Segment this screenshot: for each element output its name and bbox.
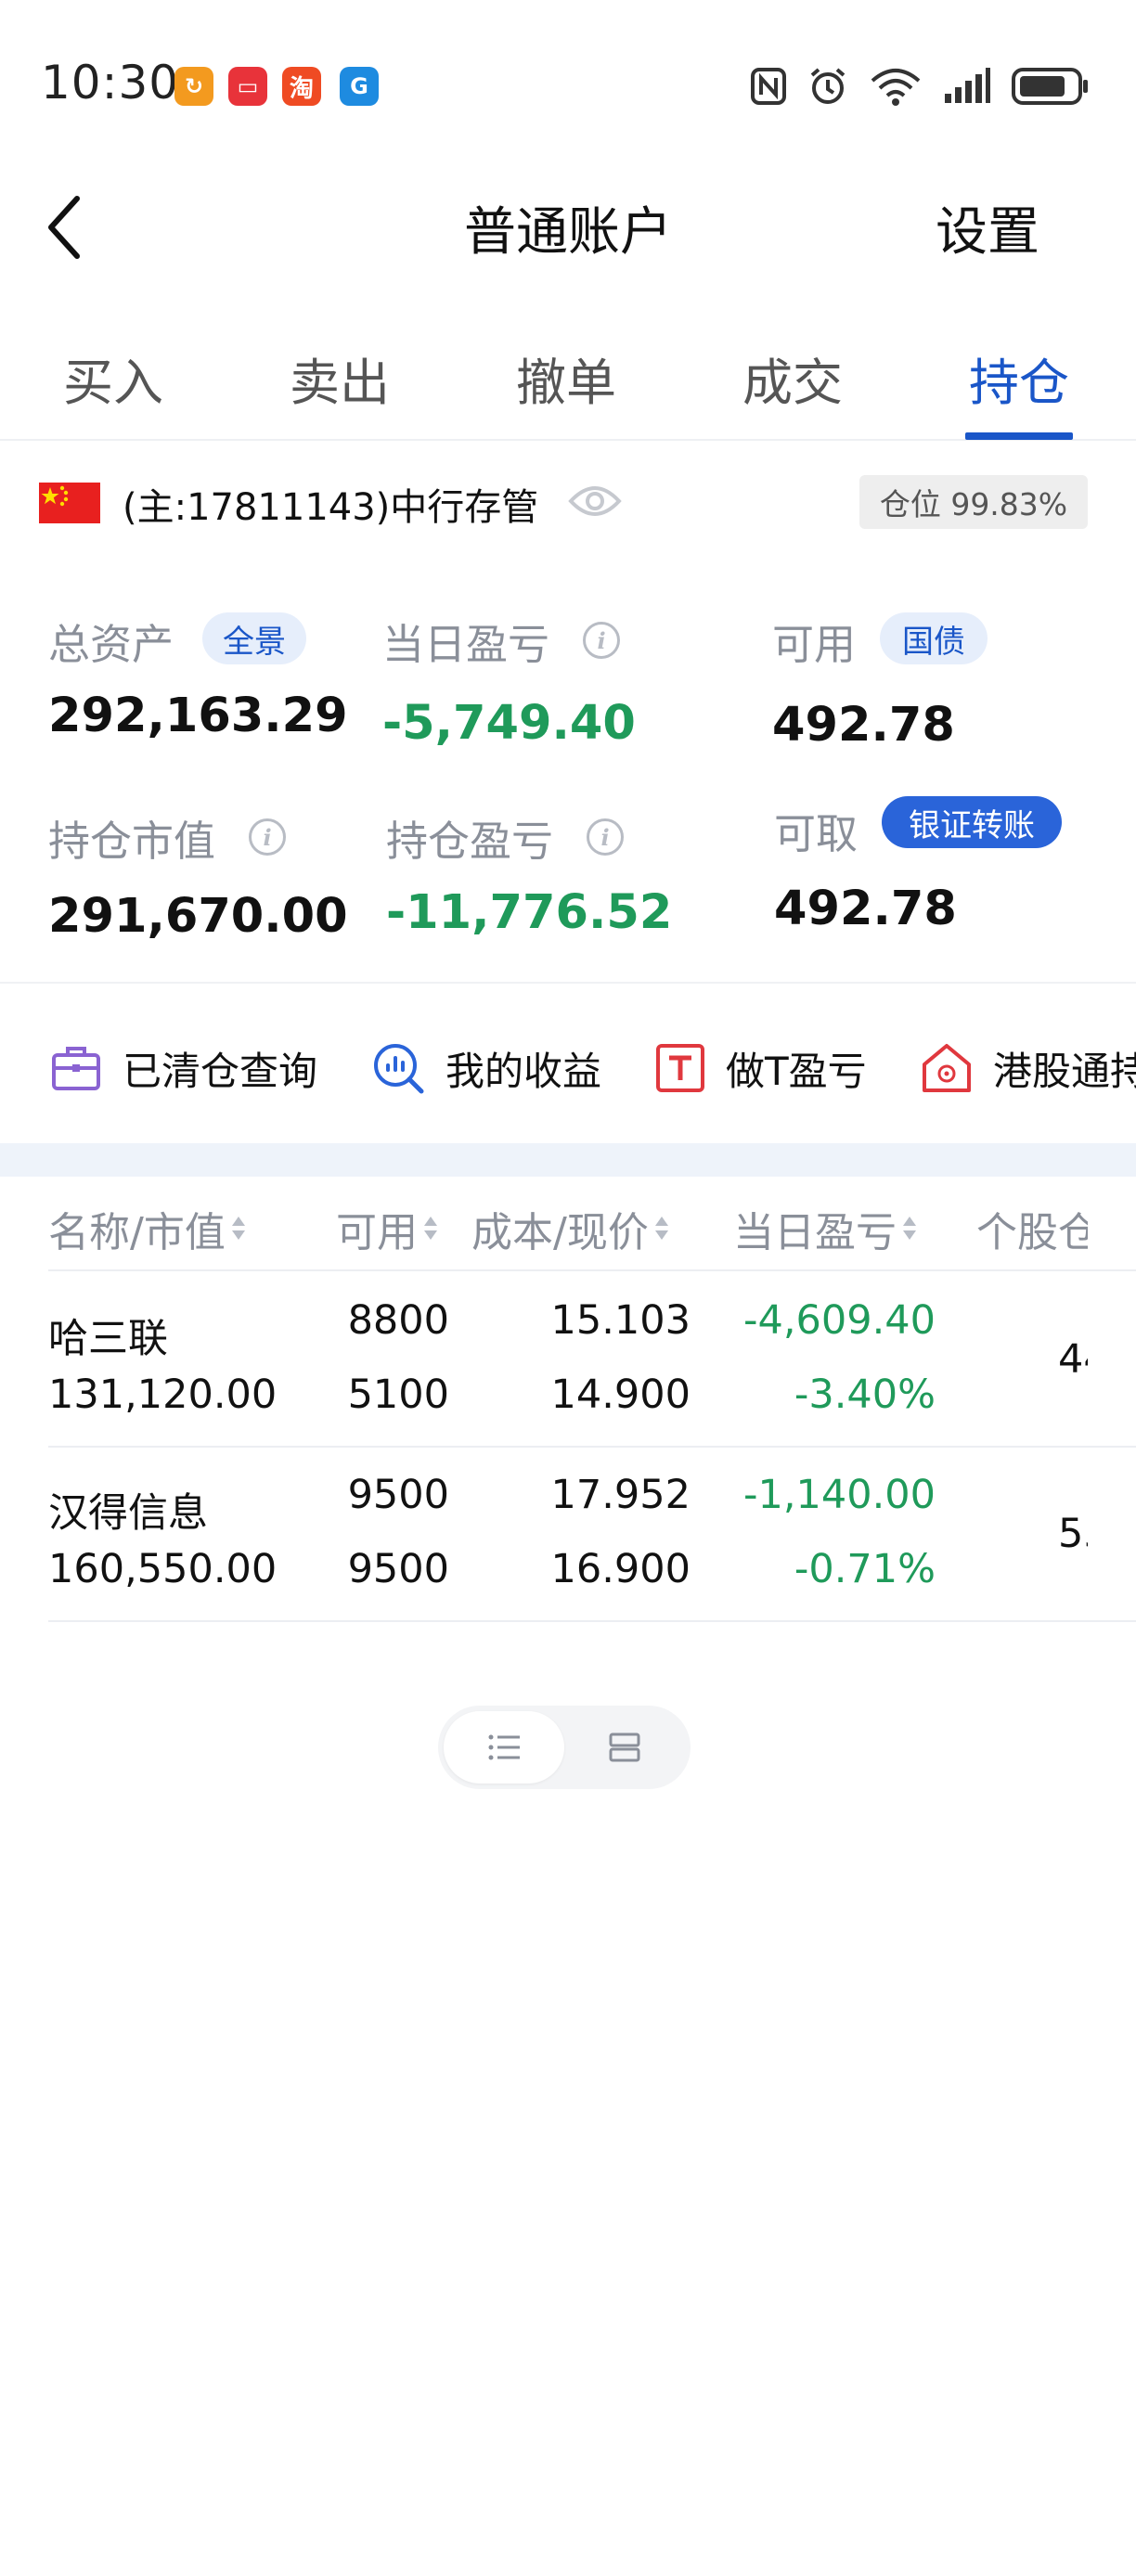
divider	[0, 982, 1136, 984]
position-ratio-badge: 仓位 99.83%	[859, 475, 1088, 529]
stock-cost: 17.952	[550, 1472, 691, 1518]
china-flag-icon	[39, 483, 100, 523]
daily-pl-label: 当日盈亏	[382, 620, 550, 669]
daily-pl-info-icon[interactable]: i	[583, 622, 620, 659]
wifi-icon	[871, 69, 921, 106]
row-divider	[48, 1446, 1136, 1448]
overview-button[interactable]: 全景	[202, 612, 306, 664]
market-value-value: 291,670.00	[48, 889, 348, 944]
stock-available: 9500	[347, 1472, 449, 1518]
my-earnings-label: 我的收益	[445, 1048, 602, 1094]
row-divider	[48, 1620, 1136, 1622]
my-earnings-button[interactable]: 我的收益	[371, 1036, 601, 1101]
stock-name: 汉得信息	[48, 1490, 208, 1537]
battery-icon	[1012, 68, 1088, 105]
status-bar: 10:30 ↻ ▭ 淘 G	[0, 0, 1136, 176]
eye-icon[interactable]	[568, 483, 622, 520]
app-orange-icon: ↻	[174, 67, 213, 106]
cleared-positions-query-button[interactable]: 已清仓查询	[50, 1036, 317, 1101]
section-separator	[0, 1143, 1136, 1177]
view-mode-toggle	[438, 1706, 691, 1789]
stock-daily-pl-percent: -3.40%	[794, 1372, 936, 1418]
status-time: 10:30	[41, 56, 180, 109]
stock-cost: 15.103	[550, 1297, 691, 1344]
treasury-bond-button[interactable]: 国债	[880, 612, 988, 664]
stock-position-ratio: 44	[1058, 1336, 1088, 1383]
list-view-icon	[488, 1734, 520, 1760]
sort-icon	[902, 1215, 917, 1243]
header-cost-price[interactable]: 成本/现价	[471, 1199, 669, 1258]
header-name-value[interactable]: 名称/市值	[48, 1199, 246, 1258]
header-stock-position[interactable]: 个股仓	[976, 1199, 1088, 1258]
stock-market-value: 131,120.00	[48, 1372, 278, 1418]
nfc-icon	[751, 68, 786, 105]
market-value-label: 持仓市值	[48, 817, 216, 866]
header-stock-position-label: 个股仓	[976, 1209, 1088, 1256]
total-assets-value: 292,163.29	[48, 689, 348, 743]
holdings-table: 名称/市值 可用 成本/现价 当日盈亏 个股仓 哈三联 131,120.00 8…	[0, 1177, 1136, 1622]
app-red-book-icon: ▭	[228, 67, 267, 106]
tab-deals[interactable]: 成交	[718, 341, 867, 415]
header-cost-price-label: 成本/现价	[471, 1209, 649, 1256]
account-row[interactable]: (主:17811143)中行存管 仓位 99.83%	[0, 455, 1136, 547]
header-divider	[48, 1269, 1136, 1271]
header-available[interactable]: 可用	[336, 1199, 438, 1258]
header-available-label: 可用	[336, 1209, 418, 1256]
stock-available-2: 5100	[347, 1372, 449, 1418]
total-assets-label: 总资产	[48, 620, 174, 669]
stock-position-ratio: 55	[1058, 1511, 1088, 1557]
t-box-icon	[656, 1044, 704, 1092]
magnifier-chart-icon	[374, 1044, 424, 1094]
stock-daily-pl: -4,609.40	[742, 1297, 936, 1344]
cleared-positions-query-label: 已清仓查询	[123, 1048, 318, 1094]
header-daily-pl[interactable]: 当日盈亏	[733, 1199, 917, 1258]
card-view-icon	[609, 1732, 640, 1762]
stock-available-2: 9500	[347, 1546, 449, 1592]
stock-daily-pl-percent: -0.71%	[794, 1546, 936, 1592]
account-label: (主:17811143)中行存管	[123, 486, 539, 529]
briefcase-icon	[52, 1047, 100, 1090]
trade-tabs: 买入 卖出 撤单 成交 持仓	[0, 325, 1136, 441]
stock-price: 14.900	[550, 1372, 691, 1418]
sort-icon	[654, 1215, 669, 1243]
available-value: 492.78	[772, 698, 955, 753]
tab-sell[interactable]: 卖出	[265, 341, 414, 415]
taobao-icon: 淘	[282, 67, 321, 106]
hk-house-icon	[923, 1044, 971, 1092]
tab-positions[interactable]: 持仓	[945, 341, 1093, 415]
hk-connect-holdings-label: 港股通持	[993, 1048, 1136, 1094]
sort-icon	[231, 1215, 246, 1243]
withdrawable-value: 492.78	[774, 882, 957, 936]
sort-icon	[423, 1215, 438, 1243]
withdrawable-label: 可取	[774, 809, 858, 858]
stock-daily-pl: -1,140.00	[742, 1472, 936, 1518]
holding-pl-value: -11,776.52	[386, 885, 673, 940]
settings-button[interactable]: 设置	[936, 190, 1039, 265]
header-name-value-label: 名称/市值	[48, 1209, 226, 1256]
day-trading-pl-button[interactable]: 做T盈亏	[655, 1036, 867, 1101]
tab-buy[interactable]: 买入	[39, 341, 187, 415]
holding-pl-label: 持仓盈亏	[386, 817, 554, 866]
stock-name: 哈三联	[48, 1316, 168, 1362]
status-icons	[750, 63, 1090, 109]
market-value-info-icon[interactable]: i	[249, 818, 286, 856]
active-tab-indicator	[965, 432, 1073, 440]
available-label: 可用	[772, 620, 857, 669]
stock-price: 16.900	[550, 1546, 691, 1592]
hk-connect-holdings-button[interactable]: 港股通持	[921, 1036, 1136, 1101]
header-daily-pl-label: 当日盈亏	[733, 1209, 897, 1256]
alarm-icon	[810, 68, 846, 104]
daily-pl-value: -5,749.40	[382, 696, 636, 751]
day-trading-pl-label: 做T盈亏	[726, 1048, 867, 1094]
tab-cancel-order[interactable]: 撤单	[492, 341, 640, 415]
bank-transfer-button[interactable]: 银证转账	[882, 796, 1062, 848]
list-view-button[interactable]	[444, 1711, 564, 1784]
quick-actions: 已清仓查询 我的收益 做T盈亏 港股通持	[0, 1011, 1136, 1123]
app-blue-icon: G	[340, 67, 379, 106]
card-view-button[interactable]	[564, 1711, 685, 1784]
holding-pl-info-icon[interactable]: i	[587, 818, 624, 856]
signal-icon	[945, 68, 990, 103]
stock-available: 8800	[347, 1297, 449, 1344]
stock-market-value: 160,550.00	[48, 1546, 278, 1592]
